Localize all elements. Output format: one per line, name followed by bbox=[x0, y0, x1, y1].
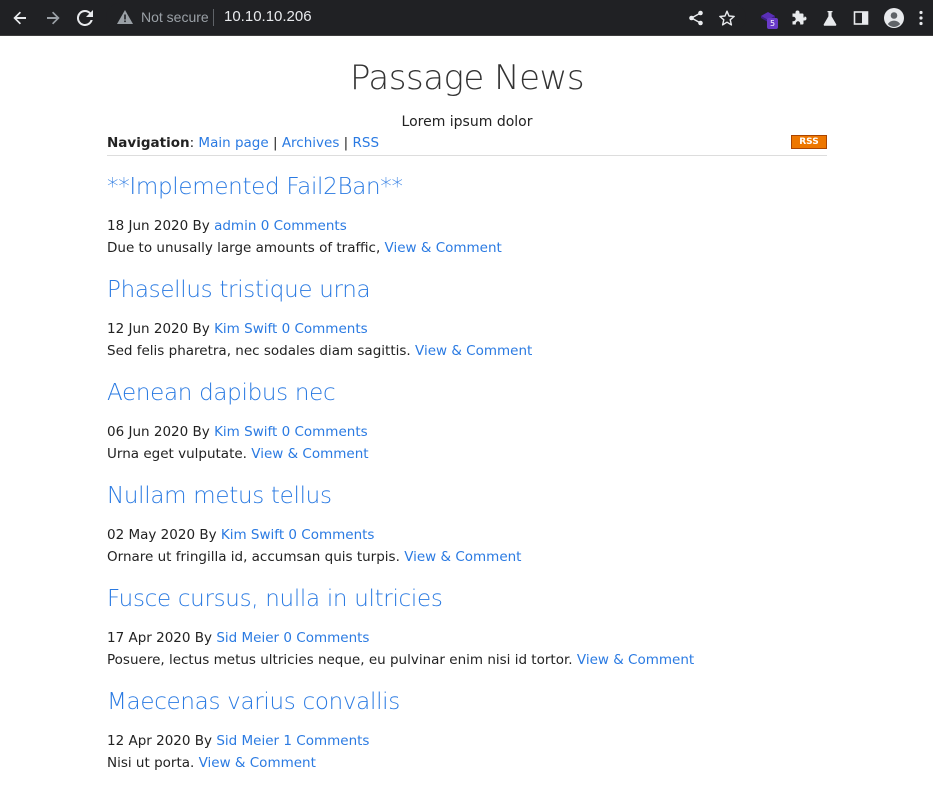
view-comment-link[interactable]: View & Comment bbox=[577, 652, 694, 668]
post-comments-link[interactable]: 0 Comments bbox=[283, 630, 369, 646]
post-author-link[interactable]: admin bbox=[214, 218, 256, 234]
post-date: 12 Jun 2020 bbox=[107, 321, 189, 337]
post-by: By bbox=[199, 527, 217, 543]
nav-link-archives[interactable]: Archives bbox=[282, 135, 340, 151]
address-bar[interactable]: Not secure 10.10.10.206 bbox=[106, 3, 746, 32]
view-comment-link[interactable]: View & Comment bbox=[251, 446, 368, 462]
post-excerpt-text: Nisi ut porta. bbox=[107, 755, 195, 771]
post-item: Fusce cursus, nulla in ultricies 17 Apr … bbox=[107, 586, 827, 689]
post-meta: 06 Jun 2020 By Kim Swift 0 Comments bbox=[107, 424, 368, 440]
view-comment-link[interactable]: View & Comment bbox=[415, 343, 532, 359]
post-excerpt: Sed felis pharetra, nec sodales diam sag… bbox=[107, 343, 532, 359]
post-excerpt: Urna eget vulputate. View & Comment bbox=[107, 446, 369, 462]
view-comment-link[interactable]: View & Comment bbox=[404, 549, 521, 565]
post-excerpt-text: Sed felis pharetra, nec sodales diam sag… bbox=[107, 343, 411, 359]
post-excerpt: Nisi ut porta. View & Comment bbox=[107, 755, 316, 771]
post-by: By bbox=[194, 733, 213, 749]
post-meta: 12 Jun 2020 By Kim Swift 0 Comments bbox=[107, 321, 368, 337]
bookmark-star-icon[interactable] bbox=[715, 6, 739, 30]
post-author-link[interactable]: Sid Meier bbox=[216, 630, 279, 646]
rss-feed-icon[interactable]: RSS bbox=[791, 135, 827, 149]
post-comments-link[interactable]: 1 Comments bbox=[283, 733, 369, 749]
post-meta: 18 Jun 2020 By admin 0 Comments bbox=[107, 218, 347, 234]
post-comments-link[interactable]: 0 Comments bbox=[288, 527, 374, 543]
nav-link-rss[interactable]: RSS bbox=[353, 135, 380, 151]
post-by: By bbox=[192, 424, 210, 440]
omnibox-divider bbox=[213, 9, 214, 26]
profile-avatar-icon[interactable] bbox=[882, 6, 906, 30]
url-text[interactable]: 10.10.10.206 bbox=[224, 8, 312, 25]
post-author-link[interactable]: Sid Meier bbox=[216, 733, 279, 749]
post-author-link[interactable]: Kim Swift bbox=[214, 424, 277, 440]
post-title-link[interactable]: Aenean dapibus nec bbox=[107, 380, 336, 406]
post-excerpt-text: Posuere, lectus metus ultricies neque, e… bbox=[107, 652, 573, 668]
nav-link-main-page[interactable]: Main page bbox=[198, 135, 268, 151]
post-excerpt: Due to unusally large amounts of traffic… bbox=[107, 240, 502, 256]
menu-kebab-icon[interactable] bbox=[915, 6, 927, 30]
post-comments-link[interactable]: 0 Comments bbox=[282, 424, 368, 440]
warning-triangle-icon[interactable] bbox=[117, 10, 133, 29]
post-date: 06 Jun 2020 bbox=[107, 424, 189, 440]
back-arrow-icon[interactable] bbox=[8, 6, 32, 30]
post-by: By bbox=[192, 321, 210, 337]
side-panel-icon[interactable] bbox=[849, 6, 873, 30]
post-title-link[interactable]: Phasellus tristique urna bbox=[107, 277, 371, 303]
post-comments-link[interactable]: 0 Comments bbox=[261, 218, 347, 234]
flask-icon[interactable] bbox=[818, 6, 842, 30]
post-by: By bbox=[194, 630, 213, 646]
post-item: Nullam metus tellus 02 May 2020 By Kim S… bbox=[107, 483, 827, 586]
post-list: **Implemented Fail2Ban** 18 Jun 2020 By … bbox=[107, 174, 827, 792]
post-title-link[interactable]: **Implemented Fail2Ban** bbox=[107, 174, 403, 200]
post-title-link[interactable]: Fusce cursus, nulla in ultricies bbox=[107, 586, 443, 612]
puzzle-piece-icon[interactable] bbox=[787, 6, 811, 30]
post-date: 17 Apr 2020 bbox=[107, 630, 191, 646]
extension-badge: 5 bbox=[767, 18, 778, 29]
post-date: 18 Jun 2020 bbox=[107, 218, 189, 234]
site-title: Passage News bbox=[349, 58, 585, 98]
post-comments-link[interactable]: 0 Comments bbox=[282, 321, 368, 337]
site-subtitle: Lorem ipsum dolor bbox=[401, 114, 533, 130]
post-date: 12 Apr 2020 bbox=[107, 733, 191, 749]
forward-arrow-icon[interactable] bbox=[41, 6, 65, 30]
view-comment-link[interactable]: View & Comment bbox=[385, 240, 502, 256]
post-excerpt: Posuere, lectus metus ultricies neque, e… bbox=[107, 652, 694, 668]
view-comment-link[interactable]: View & Comment bbox=[199, 755, 316, 771]
post-item: Phasellus tristique urna 12 Jun 2020 By … bbox=[107, 277, 827, 380]
navigation-label: Navigation bbox=[107, 135, 190, 151]
browser-toolbar: Not secure 10.10.10.206 5 bbox=[0, 0, 933, 36]
share-icon[interactable] bbox=[684, 6, 708, 30]
extension-icon[interactable]: 5 bbox=[756, 6, 780, 30]
post-item: Maecenas varius convallis 12 Apr 2020 By… bbox=[107, 689, 827, 792]
security-label[interactable]: Not secure bbox=[141, 9, 209, 25]
post-excerpt-text: Due to unusally large amounts of traffic… bbox=[107, 240, 381, 256]
post-item: Aenean dapibus nec 06 Jun 2020 By Kim Sw… bbox=[107, 380, 827, 483]
post-by: By bbox=[192, 218, 210, 234]
post-author-link[interactable]: Kim Swift bbox=[221, 527, 284, 543]
post-title-link[interactable]: Maecenas varius convallis bbox=[107, 689, 400, 715]
reload-icon[interactable] bbox=[73, 6, 97, 30]
post-meta: 12 Apr 2020 By Sid Meier 1 Comments bbox=[107, 733, 369, 749]
post-title-link[interactable]: Nullam metus tellus bbox=[107, 483, 332, 509]
post-excerpt-text: Urna eget vulputate. bbox=[107, 446, 247, 462]
post-date: 02 May 2020 bbox=[107, 527, 196, 543]
navigation-bar: Navigation: Main page | Archives | RSS R… bbox=[107, 135, 827, 156]
post-excerpt-text: Ornare ut fringilla id, accumsan quis tu… bbox=[107, 549, 400, 565]
post-meta: 17 Apr 2020 By Sid Meier 0 Comments bbox=[107, 630, 369, 646]
post-meta: 02 May 2020 By Kim Swift 0 Comments bbox=[107, 527, 374, 543]
post-item: **Implemented Fail2Ban** 18 Jun 2020 By … bbox=[107, 174, 827, 277]
post-author-link[interactable]: Kim Swift bbox=[214, 321, 277, 337]
post-excerpt: Ornare ut fringilla id, accumsan quis tu… bbox=[107, 549, 521, 565]
